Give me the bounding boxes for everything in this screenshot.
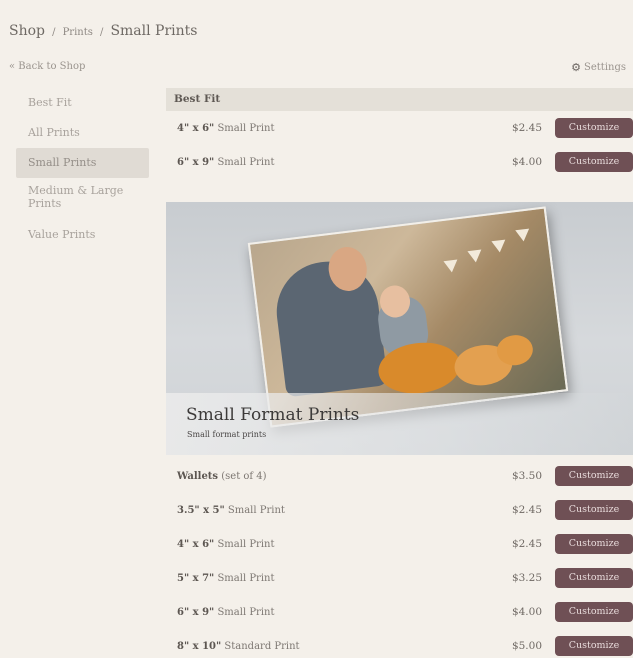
product-row: 5" x 7" Small Print $3.25 Customize bbox=[166, 561, 633, 595]
product-row: 6" x 9" Small Print $4.00 Customize bbox=[166, 145, 633, 179]
customize-button[interactable]: Customize bbox=[555, 534, 633, 554]
product-size: 6" x 9" bbox=[177, 156, 215, 168]
product-price: $2.45 bbox=[511, 538, 542, 550]
product-desc: Small Print bbox=[217, 572, 275, 584]
product-desc: Small Print bbox=[217, 156, 275, 168]
customize-button[interactable]: Customize bbox=[555, 118, 633, 138]
product-desc: (set of 4) bbox=[221, 470, 267, 482]
product-price: $3.25 bbox=[511, 572, 542, 584]
gear-icon: ⚙ bbox=[571, 61, 582, 74]
customize-button[interactable]: Customize bbox=[555, 602, 633, 622]
settings-button[interactable]: ⚙ Settings bbox=[571, 61, 626, 74]
breadcrumb-current: Small Prints bbox=[110, 23, 198, 39]
page: Shop / Prints / Small Prints « Back to S… bbox=[0, 0, 636, 658]
product-name: 8" x 10" Standard Print bbox=[177, 641, 300, 652]
breadcrumb-shop[interactable]: Shop bbox=[9, 23, 45, 39]
product-name: 4" x 6" Small Print bbox=[177, 539, 275, 550]
product-row: Wallets (set of 4) $3.50 Customize bbox=[166, 459, 633, 493]
breadcrumb-separator: / bbox=[99, 27, 104, 38]
section-header-best-fit: Best Fit bbox=[166, 88, 633, 111]
product-size: Wallets bbox=[177, 470, 219, 482]
sidebar: Best Fit All Prints Small Prints Medium … bbox=[16, 88, 149, 250]
customize-button[interactable]: Customize bbox=[555, 636, 633, 656]
customize-button[interactable]: Customize bbox=[555, 568, 633, 588]
product-size: 3.5" x 5" bbox=[177, 504, 225, 516]
breadcrumb-separator: / bbox=[52, 27, 56, 38]
product-price: $4.00 bbox=[511, 606, 542, 618]
product-desc: Standard Print bbox=[224, 640, 300, 652]
banner-subtitle: Small format prints bbox=[187, 430, 267, 439]
product-row: 6" x 9" Small Print $4.00 Customize bbox=[166, 595, 633, 629]
product-size: 4" x 6" bbox=[177, 122, 215, 134]
breadcrumb-prints[interactable]: Prints bbox=[63, 27, 93, 38]
product-rows: Wallets (set of 4) $3.50 Customize 3.5" … bbox=[166, 459, 633, 658]
sidebar-item-best-fit[interactable]: Best Fit bbox=[16, 88, 149, 118]
sidebar-item-value-prints[interactable]: Value Prints bbox=[16, 220, 149, 250]
category-banner[interactable]: Small Format Prints Small format prints bbox=[166, 202, 633, 455]
customize-button[interactable]: Customize bbox=[555, 152, 633, 172]
product-name: 3.5" x 5" Small Print bbox=[177, 505, 285, 516]
product-desc: Small Print bbox=[227, 504, 285, 516]
product-row: 4" x 6" Small Print $2.45 Customize bbox=[166, 527, 633, 561]
product-size: 6" x 9" bbox=[177, 606, 215, 618]
product-row: 3.5" x 5" Small Print $2.45 Customize bbox=[166, 493, 633, 527]
product-size: 4" x 6" bbox=[177, 538, 215, 550]
customize-button[interactable]: Customize bbox=[555, 466, 633, 486]
product-name: 6" x 9" Small Print bbox=[177, 607, 275, 618]
product-price: $4.00 bbox=[511, 156, 542, 168]
product-price: $2.45 bbox=[511, 504, 542, 516]
product-desc: Small Print bbox=[217, 538, 275, 550]
photo-bunting-flag bbox=[515, 228, 531, 243]
product-desc: Small Print bbox=[217, 122, 275, 134]
product-list: Best Fit 4" x 6" Small Print $2.45 Custo… bbox=[166, 88, 633, 656]
photo-bunting-flag bbox=[491, 239, 507, 254]
product-row: 4" x 6" Small Print $2.45 Customize bbox=[166, 111, 633, 145]
product-name: 4" x 6" Small Print bbox=[177, 123, 275, 134]
sidebar-item-small-prints[interactable]: Small Prints bbox=[16, 148, 149, 178]
product-name: Wallets (set of 4) bbox=[177, 471, 267, 482]
sidebar-item-all-prints[interactable]: All Prints bbox=[16, 118, 149, 148]
product-name: 6" x 9" Small Print bbox=[177, 157, 275, 168]
back-to-shop-link[interactable]: « Back to Shop bbox=[9, 61, 85, 72]
product-price: $3.50 bbox=[511, 470, 542, 482]
product-row: 8" x 10" Standard Print $5.00 Customize bbox=[166, 629, 633, 658]
customize-button[interactable]: Customize bbox=[555, 500, 633, 520]
breadcrumb: Shop / Prints / Small Prints bbox=[9, 20, 197, 39]
product-name: 5" x 7" Small Print bbox=[177, 573, 275, 584]
photo-bunting-flag bbox=[467, 249, 483, 264]
product-price: $2.45 bbox=[511, 122, 542, 134]
product-size: 8" x 10" bbox=[177, 640, 222, 652]
banner-title: Small Format Prints bbox=[186, 405, 360, 425]
product-size: 5" x 7" bbox=[177, 572, 215, 584]
sidebar-item-medium-large-prints[interactable]: Medium & Large Prints bbox=[16, 178, 149, 220]
settings-label: Settings bbox=[584, 62, 626, 73]
product-price: $5.00 bbox=[511, 640, 542, 652]
photo-bunting-flag bbox=[443, 259, 459, 274]
product-desc: Small Print bbox=[217, 606, 275, 618]
